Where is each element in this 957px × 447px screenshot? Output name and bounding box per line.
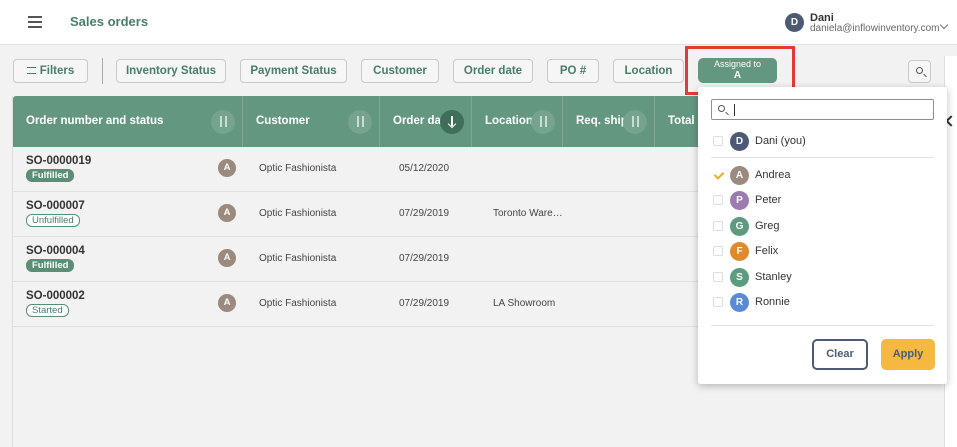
assignee-avatar: A — [218, 204, 236, 222]
table-row[interactable]: SO-000004 Fulfilled A Optic Fashionista … — [13, 237, 698, 282]
status-badge: Unfulfilled — [26, 214, 80, 227]
column-header-label: Req. ship — [576, 115, 628, 127]
user-checkbox[interactable] — [713, 272, 723, 282]
column-header-label: Order number and status — [26, 115, 164, 127]
order-date-cell: 05/12/2020 — [399, 163, 450, 174]
assignee-avatar: A — [218, 294, 236, 312]
user-avatar: F — [730, 242, 749, 261]
user-checkbox[interactable] — [713, 297, 723, 307]
location-cell: Toronto Ware… — [493, 208, 563, 219]
order-date-cell: 07/29/2019 — [399, 253, 450, 264]
assignee-avatar: A — [218, 159, 236, 177]
user-name: Andrea — [755, 169, 791, 181]
order-number[interactable]: SO-0000019 — [26, 155, 91, 167]
order-number[interactable]: SO-000002 — [26, 290, 85, 302]
status-badge: Fulfilled — [26, 259, 75, 272]
sort-icon[interactable] — [531, 110, 555, 134]
page-title: Sales orders — [70, 14, 149, 29]
table-row[interactable]: SO-000007 Unfulfilled A Optic Fashionist… — [13, 192, 698, 237]
user-option[interactable]: A Andrea — [698, 164, 947, 188]
customer-cell: Optic Fashionista — [259, 208, 337, 219]
user-option[interactable]: P Peter — [698, 189, 947, 213]
text-cursor — [734, 104, 735, 116]
search-icon — [718, 105, 725, 112]
table-header: Order number and status Customer Order d… — [13, 96, 698, 147]
user-checkbox[interactable] — [713, 246, 723, 256]
user-name: Ronnie — [755, 296, 790, 308]
check-icon[interactable] — [713, 170, 723, 180]
dropdown-divider — [711, 325, 934, 326]
column-header-label: Total — [668, 115, 695, 127]
filter-icon — [26, 67, 36, 74]
filter-chip-location[interactable]: Location — [613, 59, 684, 83]
table-row[interactable]: SO-000002 Started A Optic Fashionista 07… — [13, 282, 698, 327]
assigned-to-dropdown: D Dani (you) A Andrea P Peter G Greg F F… — [698, 87, 947, 384]
user-name: Stanley — [755, 271, 792, 283]
search-button[interactable] — [908, 60, 931, 83]
dropdown-divider — [711, 157, 934, 158]
filter-chip-inventory-status[interactable]: Inventory Status — [116, 59, 226, 83]
user-name: Peter — [755, 194, 782, 206]
user-option[interactable]: S Stanley — [698, 266, 947, 290]
user-option[interactable]: R Ronnie — [698, 291, 947, 315]
filter-divider — [102, 58, 103, 84]
sort-desc-icon[interactable] — [440, 110, 464, 134]
user-option[interactable]: G Greg — [698, 215, 947, 239]
user-name: Greg — [755, 220, 780, 232]
search-icon — [916, 67, 923, 74]
orders-table: Order number and status Customer Order d… — [12, 96, 698, 447]
status-badge: Started — [26, 304, 69, 317]
user-checkbox[interactable] — [713, 195, 723, 205]
chevron-down-icon[interactable] — [939, 20, 949, 30]
column-header-location[interactable]: Location — [472, 96, 563, 147]
user-option[interactable]: F Felix — [698, 240, 947, 264]
column-header-customer[interactable]: Customer — [243, 96, 380, 147]
column-header-total[interactable]: Total — [655, 96, 698, 147]
app-header: Sales orders D Dani daniela@inflowinvent… — [0, 0, 957, 45]
filter-chip-payment-status[interactable]: Payment Status — [240, 59, 347, 83]
user-avatar: S — [730, 268, 749, 287]
user-name: Felix — [755, 245, 779, 257]
user-avatar: A — [730, 166, 749, 185]
filter-chip-customer[interactable]: Customer — [361, 59, 439, 83]
order-number[interactable]: SO-000004 — [26, 245, 85, 257]
filters-button[interactable]: Filters — [13, 59, 88, 83]
order-date-cell: 07/29/2019 — [399, 208, 450, 219]
clear-button[interactable]: Clear — [812, 339, 868, 370]
column-header-req-ship[interactable]: Req. ship — [563, 96, 655, 147]
status-badge: Fulfilled — [26, 169, 75, 182]
apply-button[interactable]: Apply — [881, 339, 935, 370]
user-avatar: D — [730, 132, 749, 151]
filter-chip-po[interactable]: PO # — [547, 59, 599, 83]
column-header-order-number[interactable]: Order number and status — [13, 96, 243, 147]
sort-icon[interactable] — [348, 110, 372, 134]
user-name: Dani (you) — [755, 135, 806, 147]
user-avatar[interactable]: D — [785, 13, 804, 32]
sort-icon[interactable] — [211, 110, 235, 134]
sort-icon[interactable] — [623, 110, 647, 134]
column-header-label: Customer — [256, 115, 310, 127]
order-number[interactable]: SO-000007 — [26, 200, 85, 212]
user-email[interactable]: daniela@inflowinventory.com — [810, 23, 939, 34]
customer-cell: Optic Fashionista — [259, 163, 337, 174]
user-checkbox[interactable] — [713, 136, 723, 146]
filters-button-label: Filters — [39, 65, 75, 77]
user-option-self[interactable]: D Dani (you) — [698, 130, 947, 154]
table-row[interactable]: SO-0000019 Fulfilled A Optic Fashionista… — [13, 147, 698, 192]
user-search-input[interactable] — [711, 99, 934, 120]
hamburger-icon[interactable] — [28, 16, 42, 28]
customer-cell: Optic Fashionista — [259, 253, 337, 264]
user-avatar: G — [730, 217, 749, 236]
user-avatar: R — [730, 293, 749, 312]
user-avatar: P — [730, 191, 749, 210]
order-date-cell: 07/29/2019 — [399, 298, 450, 309]
location-cell: LA Showroom — [493, 298, 556, 309]
user-checkbox[interactable] — [713, 221, 723, 231]
column-header-order-date[interactable]: Order date — [380, 96, 472, 147]
filter-chip-order-date[interactable]: Order date — [453, 59, 533, 83]
assignee-avatar: A — [218, 249, 236, 267]
column-header-label: Location — [485, 115, 533, 127]
customer-cell: Optic Fashionista — [259, 298, 337, 309]
